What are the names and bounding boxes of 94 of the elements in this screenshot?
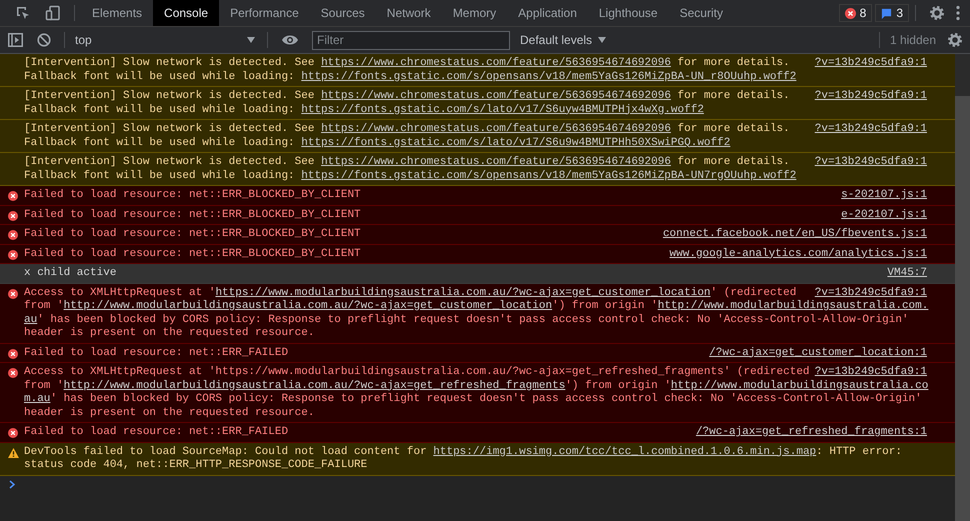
sidebar-toggle-icon[interactable] — [8, 33, 23, 47]
panel-tab[interactable]: Application — [507, 0, 588, 26]
inspect-icon[interactable] — [15, 5, 31, 21]
message-text: Fallback font will be used while loading: https://fonts.gstatic.com/s/lato/v17/S6uyw4BMUTPHjx4wXg.woff2 — [24, 104, 704, 117]
source-link[interactable]: connect.facebook.net/en_US/fbevents.js:1 — [662, 228, 927, 242]
message-link[interactable]: https://www.chromestatus.com/feature/5636954674692096 — [321, 57, 671, 69]
prompt-chevron-icon — [9, 480, 16, 488]
message-text: [Intervention] Slow network is detected. See https://www.chromestatus.com/feature/5636954674692096 for more details. — [24, 156, 790, 170]
message-link[interactable]: https://fonts.gstatic.com/s/lato/v17/S6uyw4BMUTPHjx4wXg.woff2 — [301, 104, 704, 116]
eye-icon[interactable] — [281, 34, 299, 46]
message-link[interactable]: https://www.chromestatus.com/feature/5636954674692096 — [321, 90, 671, 102]
message-text: header is present on the requested resource. — [24, 406, 314, 420]
error-icon — [8, 368, 18, 378]
message-count: 3 — [896, 6, 903, 20]
message-text: Failed to load resource: net::ERR_FAILED — [24, 346, 288, 360]
source-link[interactable]: ?v=13b249c5dfa9:1 — [814, 57, 927, 70]
message-link[interactable]: https://fonts.gstatic.com/s/opensans/v18/mem5YaGs126MiZpBA-UN_r8OUuhp.woff2 — [301, 70, 796, 82]
message-link[interactable]: http://www.modularbuildingsaustralia.co — [670, 380, 928, 392]
message-link[interactable]: http://www.modularbuildingsaustralia.com.au/?wc-ajax=get_customer_location — [64, 300, 552, 312]
source-link[interactable]: ?v=13b249c5dfa9:1 — [814, 90, 927, 104]
message-text: Fallback font will be used while loading: https://fonts.gstatic.com/s/opensans/v18/mem5YaGs126MiZpBA-UN7rgOUuhp.woff2 — [24, 170, 796, 183]
panel-tab[interactable]: Security — [668, 0, 734, 26]
message-text: header is present on the requested resource. — [24, 327, 314, 340]
panel-tab[interactable]: Network — [376, 0, 442, 26]
error-icon — [8, 250, 18, 260]
message-link[interactable]: https://fonts.gstatic.com/s/opensans/v18/mem5YaGs126MiZpBA-UN7rgOUuhp.woff2 — [301, 170, 796, 182]
error-icon — [8, 288, 18, 298]
error-count: 8 — [860, 6, 866, 20]
message-text: Failed to load resource: net::ERR_FAILED — [24, 426, 288, 440]
warning-icon — [8, 448, 18, 458]
settings-icon[interactable] — [947, 32, 963, 48]
device-toolbar-icon[interactable] — [45, 5, 61, 21]
source-link[interactable]: e-202107.js:1 — [841, 208, 927, 222]
message-link[interactable]: au — [24, 314, 38, 326]
context-dropdown[interactable]: top — [71, 33, 261, 47]
message-text: au' has been blocked by CORS policy: Response to preflight request doesn't pass access control check: No 'Access-Control-Allow-Origin' — [24, 314, 909, 327]
source-link[interactable]: /?wc-ajax=get_refreshed_fragments:1 — [696, 426, 927, 440]
source-link[interactable]: /?wc-ajax=get_customer_location:1 — [709, 346, 927, 360]
error-count-badge[interactable]: 8 — [838, 4, 872, 22]
source-link[interactable]: ?v=13b249c5dfa9:1 — [814, 156, 927, 170]
message-link[interactable]: m.au — [24, 393, 50, 405]
panel-tab[interactable]: Sources — [310, 0, 376, 26]
panel-tab[interactable]: Console — [153, 0, 220, 26]
message-text: [Intervention] Slow network is detected. See https://www.chromestatus.com/feature/5636954674692096 for more details. — [24, 57, 790, 70]
panel-tab[interactable]: Memory — [442, 0, 508, 26]
message-link[interactable]: http://www.modularbuildingsaustralia.com. — [658, 300, 928, 312]
scrollbar[interactable] — [955, 54, 970, 521]
message-text: DevTools failed to load SourceMap: Could not load content for https://img1.wsimg.com/tcc/tcc_l.combined.1.0.6.min.js.map: HTTP error: — [24, 446, 902, 459]
message-text: from 'http://www.modularbuildingsaustralia.com.au/?wc-ajax=get_customer_location') from origin 'http://www.modularbuildingsaustralia.com. — [24, 300, 928, 314]
message-link[interactable]: https://www.chromestatus.com/feature/5636954674692096 — [321, 156, 671, 168]
message-text: [Intervention] Slow network is detected. See https://www.chromestatus.com/feature/5636954674692096 for more details. — [24, 90, 790, 104]
panel-tab[interactable]: Performance — [219, 0, 310, 26]
error-icon — [8, 191, 18, 201]
message-text: Failed to load resource: net::ERR_BLOCKED_BY_CLIENT — [24, 228, 361, 242]
message-text: Access to XMLHttpRequest at 'https://www.modularbuildingsaustralia.com.au/?wc-ajax=get_refreshed_fragments' (redirected — [24, 366, 810, 380]
source-link[interactable]: www.google-analytics.com/analytics.js:1 — [670, 248, 927, 261]
message-text: Failed to load resource: net::ERR_BLOCKED_BY_CLIENT — [24, 208, 361, 222]
message-text: Failed to load resource: net::ERR_BLOCKED_BY_CLIENT — [24, 189, 361, 202]
source-link[interactable]: ?v=13b249c5dfa9:1 — [814, 286, 927, 300]
filter-field[interactable]: Filter — [312, 30, 510, 50]
message-link[interactable]: https://img1.wsimg.com/tcc/tcc_l.combined.1.0.6.min.js.map — [433, 446, 816, 458]
message-text: Fallback font will be used while loading: https://fonts.gstatic.com/s/opensans/v18/mem5YaGs126MiZpBA-UN_r8OUuhp.woff2 — [24, 70, 796, 84]
message-link[interactable]: https://www.modularbuildingsaustralia.com.au/?wc-ajax=get_customer_location — [215, 286, 711, 298]
message-icon — [881, 8, 892, 18]
message-text: [Intervention] Slow network is detected. See https://www.chromestatus.com/feature/5636954674692096 for more details. — [24, 123, 790, 136]
message-text: Access to XMLHttpRequest at 'https://www.modularbuildingsaustralia.com.au/?wc-ajax=get_customer_location' (redirected — [24, 286, 796, 300]
source-link[interactable]: s-202107.js:1 — [841, 189, 927, 202]
error-icon — [8, 230, 18, 240]
message-count-badge[interactable]: 3 — [875, 4, 909, 22]
message-link[interactable]: https://fonts.gstatic.com/s/lato/v17/S6u9w4BMUTPHh50XSwiPGQ.woff2 — [301, 136, 730, 148]
source-link[interactable]: ?v=13b249c5dfa9:1 — [814, 123, 927, 136]
error-icon — [8, 348, 18, 358]
panel-tab[interactable]: Elements — [81, 0, 154, 26]
message-text: x child active — [24, 267, 116, 280]
hidden-count: 1 hidden — [890, 33, 936, 47]
message-link[interactable]: http://www.modularbuildingsaustralia.com.au/?wc-ajax=get_refreshed_fragments — [64, 380, 566, 392]
more-options-icon[interactable] — [956, 5, 960, 21]
message-text: Fallback font will be used while loading: https://fonts.gstatic.com/s/lato/v17/S6u9w4BMUTPHh50XSwiPGQ.woff2 — [24, 136, 730, 150]
levels-dropdown[interactable]: Default levels — [520, 33, 606, 47]
panel-tab[interactable]: Lighthouse — [588, 0, 669, 26]
message-text: Failed to load resource: net::ERR_BLOCKED_BY_CLIENT — [24, 248, 361, 261]
error-icon — [844, 8, 856, 18]
caret-icon — [247, 37, 255, 43]
source-link[interactable]: VM45:7 — [887, 267, 927, 280]
error-icon — [8, 210, 18, 220]
clear-console-icon[interactable] — [37, 33, 51, 47]
caret-icon — [598, 37, 606, 43]
message-link[interactable]: https://www.chromestatus.com/feature/5636954674692096 — [321, 123, 671, 135]
source-link[interactable]: ?v=13b249c5dfa9:1 — [814, 366, 927, 380]
message-text: m.au' has been blocked by CORS policy: Response to preflight request doesn't pass access control check: No 'Access-Control-Allow-Origin' — [24, 393, 922, 406]
message-text: from 'http://www.modularbuildingsaustralia.com.au/?wc-ajax=get_refreshed_fragments') from origin 'http://www.modularbuildingsaustralia.co — [24, 380, 928, 393]
error-icon — [8, 428, 18, 438]
settings-icon[interactable] — [929, 5, 945, 21]
message-text: status code 404, net::ERR_HTTP_RESPONSE_CODE_FAILURE — [24, 459, 368, 472]
